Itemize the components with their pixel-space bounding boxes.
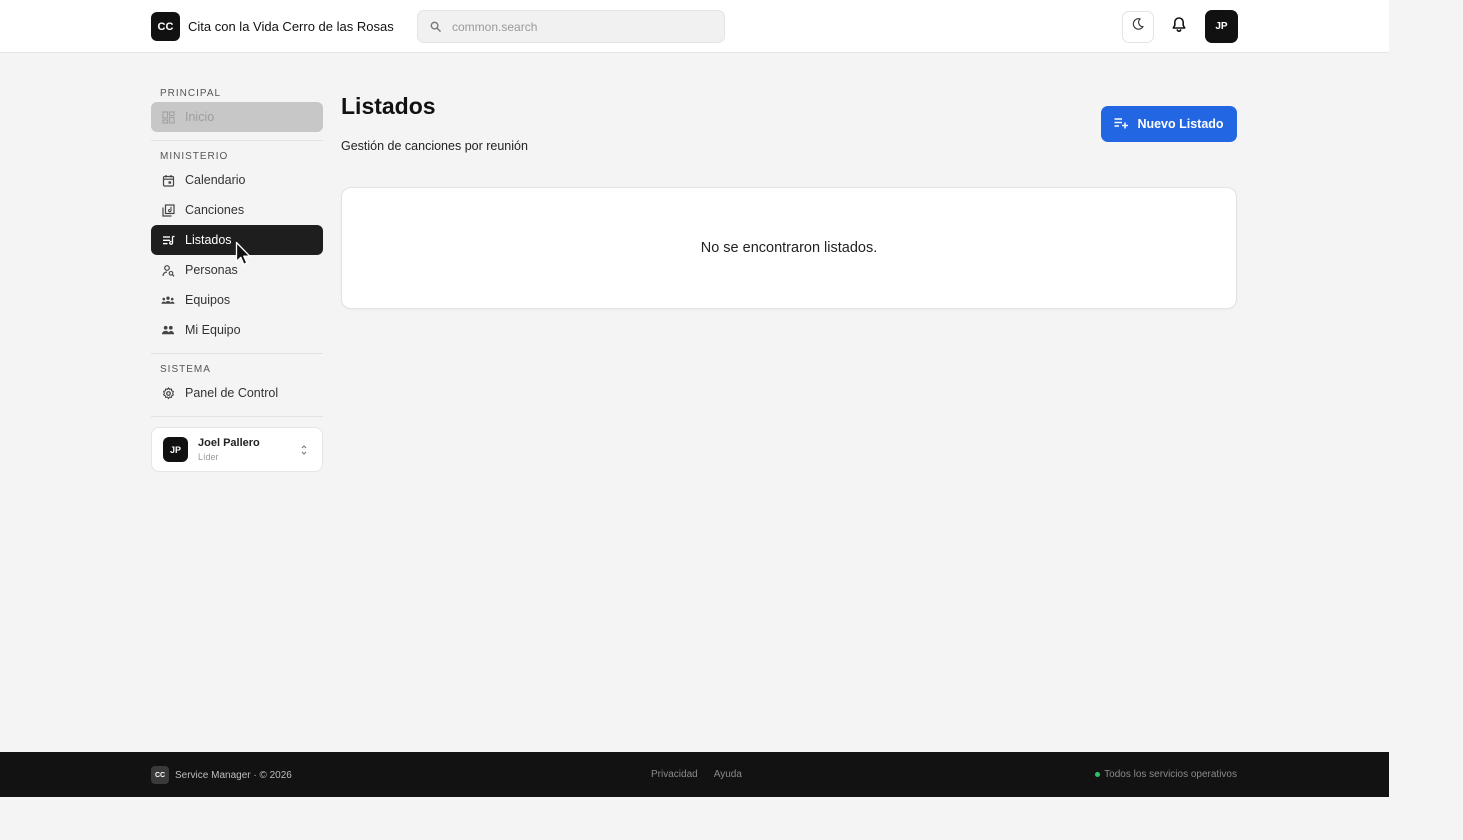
footer-copyright: Service Manager · © 2026 (175, 769, 292, 781)
sidebar-item-canciones[interactable]: Canciones (151, 195, 323, 225)
moon-icon (1131, 17, 1145, 36)
search-bar[interactable] (417, 10, 725, 43)
section-label-sistema: SISTEMA (160, 364, 211, 375)
sidebar-item-panel-de-control[interactable]: Panel de Control (151, 378, 323, 408)
empty-state-message: No se encontraron listados. (700, 240, 878, 256)
team-icon (161, 323, 175, 337)
sidebar-item-label: Equipos (185, 293, 231, 307)
status-dot-icon (1095, 772, 1101, 777)
section-label-ministerio: MINISTERIO (160, 151, 229, 162)
brand[interactable]: CC Cita con la Vida Cerro de las Rosas (151, 12, 394, 41)
avatar: JP (163, 437, 188, 462)
sidebar-divider (151, 416, 323, 417)
user-menu[interactable]: JP Joel Pallero Líder (151, 427, 323, 472)
page-subtitle: Gestión de canciones por reunión (341, 139, 528, 153)
sidebar-item-label: Calendario (185, 173, 246, 187)
status-text: Todos los servicios operativos (1104, 769, 1237, 780)
playlist-icon (161, 233, 175, 247)
section-label-principal: PRINCIPAL (160, 88, 222, 99)
groups-icon (161, 293, 175, 307)
sidebar-item-label: Listados (185, 233, 232, 247)
person-search-icon (161, 263, 175, 277)
top-header: CC Cita con la Vida Cerro de las Rosas J… (0, 0, 1389, 53)
sidebar-divider (151, 140, 323, 141)
footer-links: Privacidad Ayuda (651, 769, 742, 780)
sidebar-item-label: Mi Equipo (185, 323, 241, 337)
settings-icon (161, 386, 175, 400)
user-avatar-button[interactable]: JP (1205, 10, 1238, 43)
footer-status: Todos los servicios operativos (1095, 769, 1237, 780)
search-icon (428, 20, 442, 34)
dashboard-icon (161, 110, 175, 124)
empty-state-card: No se encontraron listados. (341, 187, 1237, 309)
sidebar-item-mi-equipo[interactable]: Mi Equipo (151, 315, 323, 345)
sidebar-item-label: Panel de Control (185, 386, 279, 400)
sidebar: PRINCIPAL Inicio MINISTERIO Calendario C… (151, 86, 323, 472)
new-listado-button[interactable]: Nuevo Listado (1101, 106, 1237, 142)
brand-logo: CC (151, 12, 180, 41)
bell-icon (1171, 16, 1187, 38)
chevron-up-down-icon[interactable] (299, 443, 309, 457)
search-input[interactable] (452, 19, 702, 34)
user-role: Líder (198, 451, 219, 462)
sidebar-item-inicio[interactable]: Inicio (151, 102, 323, 132)
user-name: Joel Pallero (198, 436, 260, 449)
brand-name: Cita con la Vida Cerro de las Rosas (188, 19, 394, 34)
footer-brand: CC Service Manager · © 2026 (151, 766, 292, 784)
sidebar-item-label: Canciones (185, 203, 245, 217)
page-title: Listados (341, 93, 436, 119)
right-gutter (1389, 0, 1463, 840)
music-library-icon (161, 203, 175, 217)
footer: CC Service Manager · © 2026 Privacidad A… (0, 752, 1389, 797)
footer-link-ayuda[interactable]: Ayuda (714, 769, 742, 780)
playlist-add-icon (1114, 117, 1129, 132)
new-listado-label: Nuevo Listado (1137, 117, 1224, 131)
notifications-button[interactable] (1163, 11, 1195, 43)
app-root: CC Cita con la Vida Cerro de las Rosas J… (0, 0, 1389, 840)
sidebar-item-equipos[interactable]: Equipos (151, 285, 323, 315)
footer-link-privacidad[interactable]: Privacidad (651, 769, 698, 780)
user-info: Joel Pallero Líder (198, 437, 260, 463)
theme-toggle-button[interactable] (1122, 10, 1154, 43)
header-actions: JP (1122, 10, 1238, 43)
calendar-icon (161, 173, 175, 187)
sidebar-item-calendario[interactable]: Calendario (151, 165, 323, 195)
sidebar-divider (151, 353, 323, 354)
sidebar-item-label: Personas (185, 263, 238, 277)
footer-logo: CC (151, 766, 169, 784)
mouse-cursor-icon (235, 241, 251, 265)
sidebar-item-label: Inicio (185, 110, 215, 124)
